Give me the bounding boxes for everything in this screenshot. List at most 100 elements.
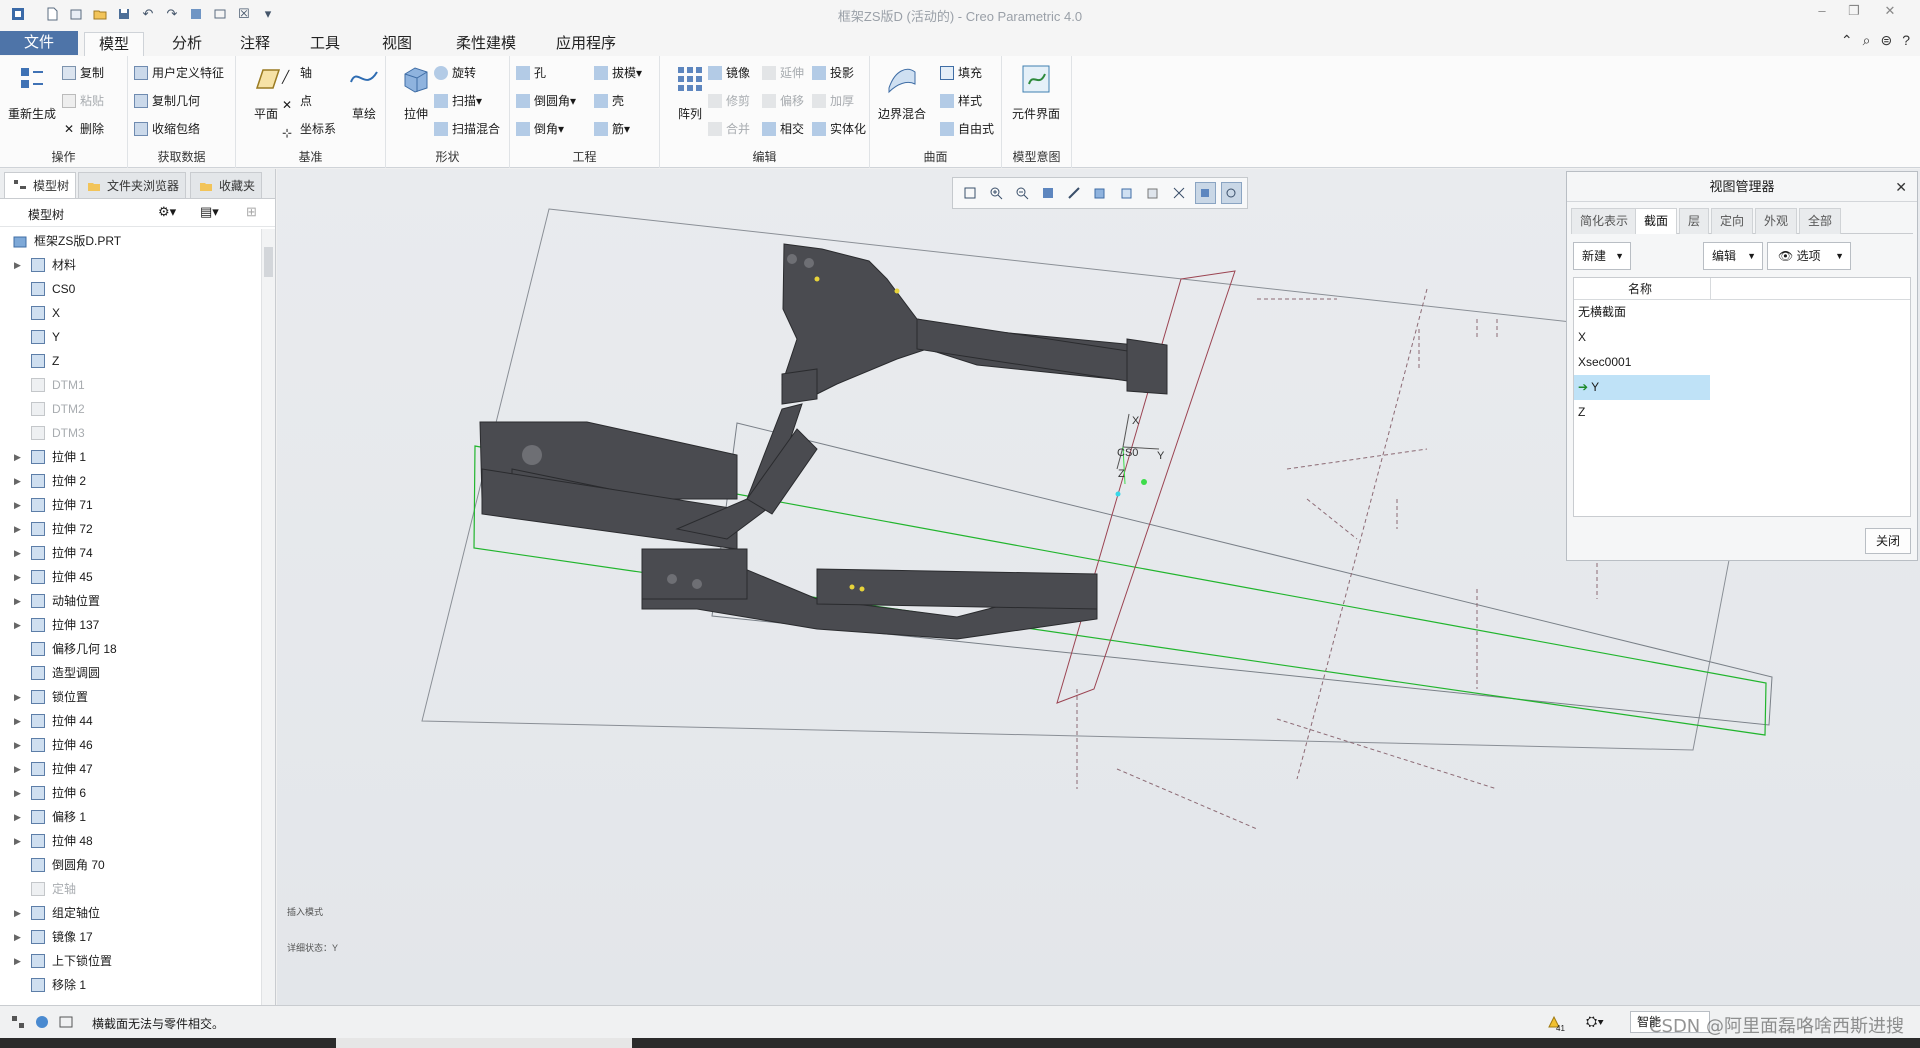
delete-button[interactable]: ✕ 删除 <box>62 118 104 140</box>
section-row[interactable]: X <box>1574 325 1710 350</box>
column-header-name[interactable]: 名称 <box>1574 278 1910 300</box>
tree-filter-icon[interactable]: ⊞ <box>246 204 257 220</box>
new-section-dropdown[interactable]: 新建 ▼ <box>1573 242 1631 270</box>
sketch-button[interactable]: 草绘 <box>336 62 392 122</box>
tree-item[interactable]: ▶ 拉伸 46 <box>0 733 261 757</box>
merge-button[interactable]: 合并 <box>708 118 750 140</box>
options-dropdown[interactable]: 👁 选项 ▼ <box>1767 242 1851 270</box>
rib-button[interactable]: 筋 ▾ <box>594 118 630 140</box>
tab-all[interactable]: 全部 <box>1799 208 1842 234</box>
expand-arrow-icon[interactable]: ▶ <box>14 589 21 613</box>
tree-item[interactable]: ▶ 拉伸 45 <box>0 565 261 589</box>
section-row[interactable]: 无横截面 <box>1574 300 1710 325</box>
expand-arrow-icon[interactable]: ▶ <box>14 925 21 949</box>
solidify-button[interactable]: 实体化 <box>812 118 866 140</box>
extend-button[interactable]: 延伸 <box>762 62 804 84</box>
tree-item[interactable]: DTM3 <box>0 421 261 445</box>
csys-button[interactable]: ⊹ 坐标系 <box>282 118 336 140</box>
boundary-blend-button[interactable]: 边界混合 <box>874 62 930 122</box>
tree-item[interactable]: DTM2 <box>0 397 261 421</box>
tree-item[interactable]: ▶ 材料 <box>0 253 261 277</box>
display-style-icon[interactable] <box>1090 182 1111 204</box>
minimize-icon[interactable]: – <box>1808 3 1836 23</box>
tree-item[interactable]: ▶ 拉伸 47 <box>0 757 261 781</box>
expand-arrow-icon[interactable]: ▶ <box>14 805 21 829</box>
paste-button[interactable]: 粘贴 <box>62 90 104 112</box>
copy-geometry-button[interactable]: 复制几何 <box>134 90 200 112</box>
tree-item[interactable]: CS0 <box>0 277 261 301</box>
search-icon[interactable]: ⌕ <box>1863 32 1871 49</box>
close-button[interactable]: 关闭 <box>1865 528 1911 554</box>
expand-arrow-icon[interactable]: ▶ <box>14 469 21 493</box>
tree-item[interactable]: ▶ 拉伸 71 <box>0 493 261 517</box>
tab-tools[interactable]: 工具 <box>296 32 354 56</box>
restore-icon[interactable]: ❐ <box>1840 3 1868 23</box>
tree-root[interactable]: 框架ZS版D.PRT <box>0 229 261 253</box>
tree-item[interactable]: 倒圆角 70 <box>0 853 261 877</box>
datum-display-icon[interactable] <box>1168 182 1189 204</box>
tab-flexible-modeling[interactable]: 柔性建模 <box>442 32 530 56</box>
tree-item[interactable]: X <box>0 301 261 325</box>
expand-arrow-icon[interactable]: ▶ <box>14 565 21 589</box>
tab-appearance[interactable]: 外观 <box>1755 208 1798 234</box>
tree-item[interactable]: 造型调圆 <box>0 661 261 685</box>
expand-arrow-icon[interactable]: ▶ <box>14 709 21 733</box>
tree-item[interactable]: ▶ 拉伸 137 <box>0 613 261 637</box>
tab-layers[interactable]: 层 <box>1679 208 1710 234</box>
draft-button[interactable]: 拔模 ▾ <box>594 62 642 84</box>
perspective-icon[interactable] <box>1064 182 1085 204</box>
tab-analysis[interactable]: 分析 <box>158 32 216 56</box>
mirror-button[interactable]: 镜像 <box>708 62 750 84</box>
tree-item[interactable]: ▶ 上下锁位置 <box>0 949 261 973</box>
section-row[interactable]: Z <box>1574 400 1710 425</box>
zoom-in-icon[interactable] <box>985 182 1006 204</box>
axis-button[interactable]: ╱ 轴 <box>282 62 312 84</box>
help-icon[interactable]: ? <box>1902 32 1910 49</box>
expand-arrow-icon[interactable]: ▶ <box>14 517 21 541</box>
annotation-display-icon[interactable] <box>1220 182 1243 204</box>
udf-button[interactable]: 用户定义特征 <box>134 62 224 84</box>
saved-orientations-icon[interactable] <box>1116 182 1137 204</box>
tree-item[interactable]: ▶ 偏移 1 <box>0 805 261 829</box>
project-button[interactable]: 投影 <box>812 62 854 84</box>
tab-model-tree[interactable]: 模型树 <box>4 172 77 198</box>
show-navigator-icon[interactable] <box>10 1014 26 1030</box>
regenerate-button[interactable]: 重新生成 <box>4 62 60 122</box>
expand-arrow-icon[interactable]: ▶ <box>14 901 21 925</box>
tree-item[interactable]: ▶ 拉伸 2 <box>0 469 261 493</box>
tree-scrollbar-thumb[interactable] <box>264 247 273 277</box>
chamfer-button[interactable]: 倒角 ▾ <box>516 118 564 140</box>
point-button[interactable]: ✕ 点 <box>282 90 312 112</box>
community-icon[interactable]: ⊜ <box>1880 32 1892 49</box>
collapse-ribbon-icon[interactable]: ⌃ <box>1841 32 1853 49</box>
freestyle-button[interactable]: 自由式 <box>940 118 994 140</box>
group-label-operations[interactable]: 操作 <box>0 148 127 165</box>
group-label-engineering[interactable]: 工程 <box>510 148 659 165</box>
expand-arrow-icon[interactable]: ▶ <box>14 253 21 277</box>
expand-arrow-icon[interactable]: ▶ <box>14 493 21 517</box>
offset-button[interactable]: 偏移 <box>762 90 804 112</box>
refit-icon[interactable] <box>959 182 980 204</box>
expand-arrow-icon[interactable]: ▶ <box>14 949 21 973</box>
tree-item[interactable]: ▶ 拉伸 74 <box>0 541 261 565</box>
thicken-button[interactable]: 加厚 <box>812 90 854 112</box>
tree-settings-icon[interactable]: ⚙▾ <box>158 204 176 220</box>
tree-item[interactable]: ▶ 拉伸 44 <box>0 709 261 733</box>
tree-item[interactable]: Y <box>0 325 261 349</box>
tree-show-icon[interactable]: ▤▾ <box>200 204 219 220</box>
tree-item[interactable]: ▶ 锁位置 <box>0 685 261 709</box>
view-manager-icon[interactable] <box>1142 182 1163 204</box>
expand-arrow-icon[interactable]: ▶ <box>14 445 21 469</box>
shell-button[interactable]: 壳 <box>594 90 624 112</box>
expand-arrow-icon[interactable]: ▶ <box>14 541 21 565</box>
round-button[interactable]: 倒圆角 ▾ <box>516 90 576 112</box>
dialog-close-icon[interactable]: ✕ <box>1895 172 1907 202</box>
intersect-button[interactable]: 相交 <box>762 118 804 140</box>
tree-item[interactable]: DTM1 <box>0 373 261 397</box>
tree-item[interactable]: ▶ 拉伸 48 <box>0 829 261 853</box>
tab-file[interactable]: 文件 <box>0 31 78 55</box>
repaint-icon[interactable] <box>1038 182 1059 204</box>
group-label-editing[interactable]: 编辑 <box>660 148 869 165</box>
tab-favorites[interactable]: 收藏夹 <box>190 172 263 198</box>
sweep-button[interactable]: 扫描 ▾ <box>434 90 482 112</box>
